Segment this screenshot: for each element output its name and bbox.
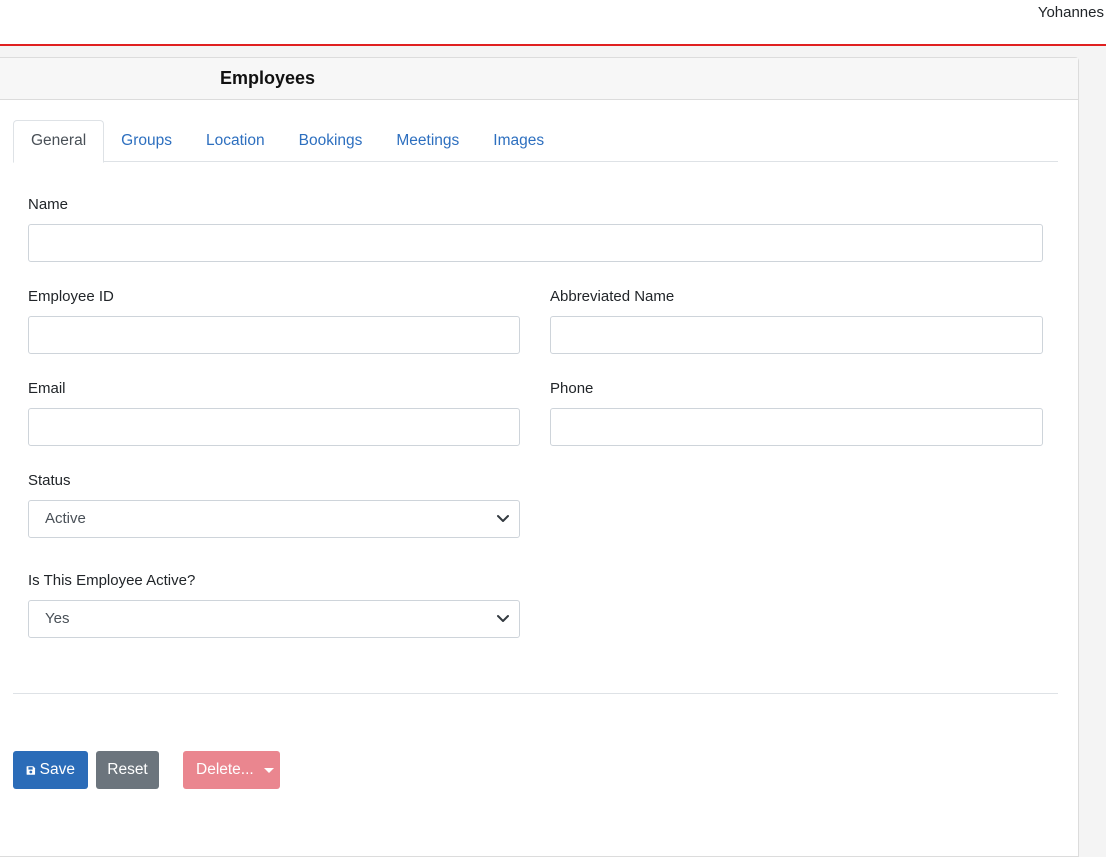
status-label: Status	[28, 472, 71, 489]
delete-button-label: Delete...	[196, 761, 254, 778]
employee-card: Employees General Groups Location Bookin…	[0, 57, 1079, 857]
delete-dropdown-button[interactable]: Delete...	[183, 751, 280, 789]
form-divider	[13, 693, 1058, 694]
tab-general[interactable]: General	[13, 120, 105, 163]
tab-bar: General Groups Location Bookings Meeting…	[13, 120, 1058, 163]
email-input[interactable]	[28, 408, 520, 446]
is-active-selected-value: Yes	[45, 610, 70, 627]
phone-input[interactable]	[550, 408, 1043, 446]
floppy-disk-icon	[26, 765, 36, 775]
reset-button[interactable]: Reset	[96, 751, 159, 789]
tab-meetings[interactable]: Meetings	[379, 120, 476, 162]
abbreviated-name-label: Abbreviated Name	[550, 288, 675, 305]
chevron-down-icon	[497, 515, 509, 522]
page-title: Employees	[220, 68, 316, 88]
name-label: Name	[28, 196, 69, 213]
top-bar: Yohannes	[0, 0, 1106, 46]
status-selected-value: Active	[45, 510, 86, 527]
user-name[interactable]: Yohannes	[1038, 4, 1104, 21]
card-header: Employees	[0, 58, 1078, 100]
scrollbar[interactable]	[1085, 46, 1106, 840]
chevron-down-icon	[497, 615, 509, 622]
tab-location[interactable]: Location	[189, 120, 282, 162]
employee-id-input[interactable]	[28, 316, 520, 354]
save-button[interactable]: Save	[13, 751, 88, 789]
is-active-select[interactable]: Yes	[28, 600, 520, 638]
caret-down-icon	[263, 767, 274, 773]
phone-label: Phone	[550, 380, 594, 397]
tab-images[interactable]: Images	[476, 120, 561, 162]
name-input[interactable]	[28, 224, 1043, 262]
reset-button-label: Reset	[107, 761, 148, 778]
abbreviated-name-input[interactable]	[550, 316, 1043, 354]
employee-id-label: Employee ID	[28, 288, 114, 305]
tab-bookings[interactable]: Bookings	[282, 120, 380, 162]
status-select[interactable]: Active	[28, 500, 520, 538]
email-label: Email	[28, 380, 66, 397]
is-active-label: Is This Employee Active?	[28, 572, 196, 589]
tab-groups[interactable]: Groups	[104, 120, 189, 162]
save-button-label: Save	[39, 761, 75, 778]
